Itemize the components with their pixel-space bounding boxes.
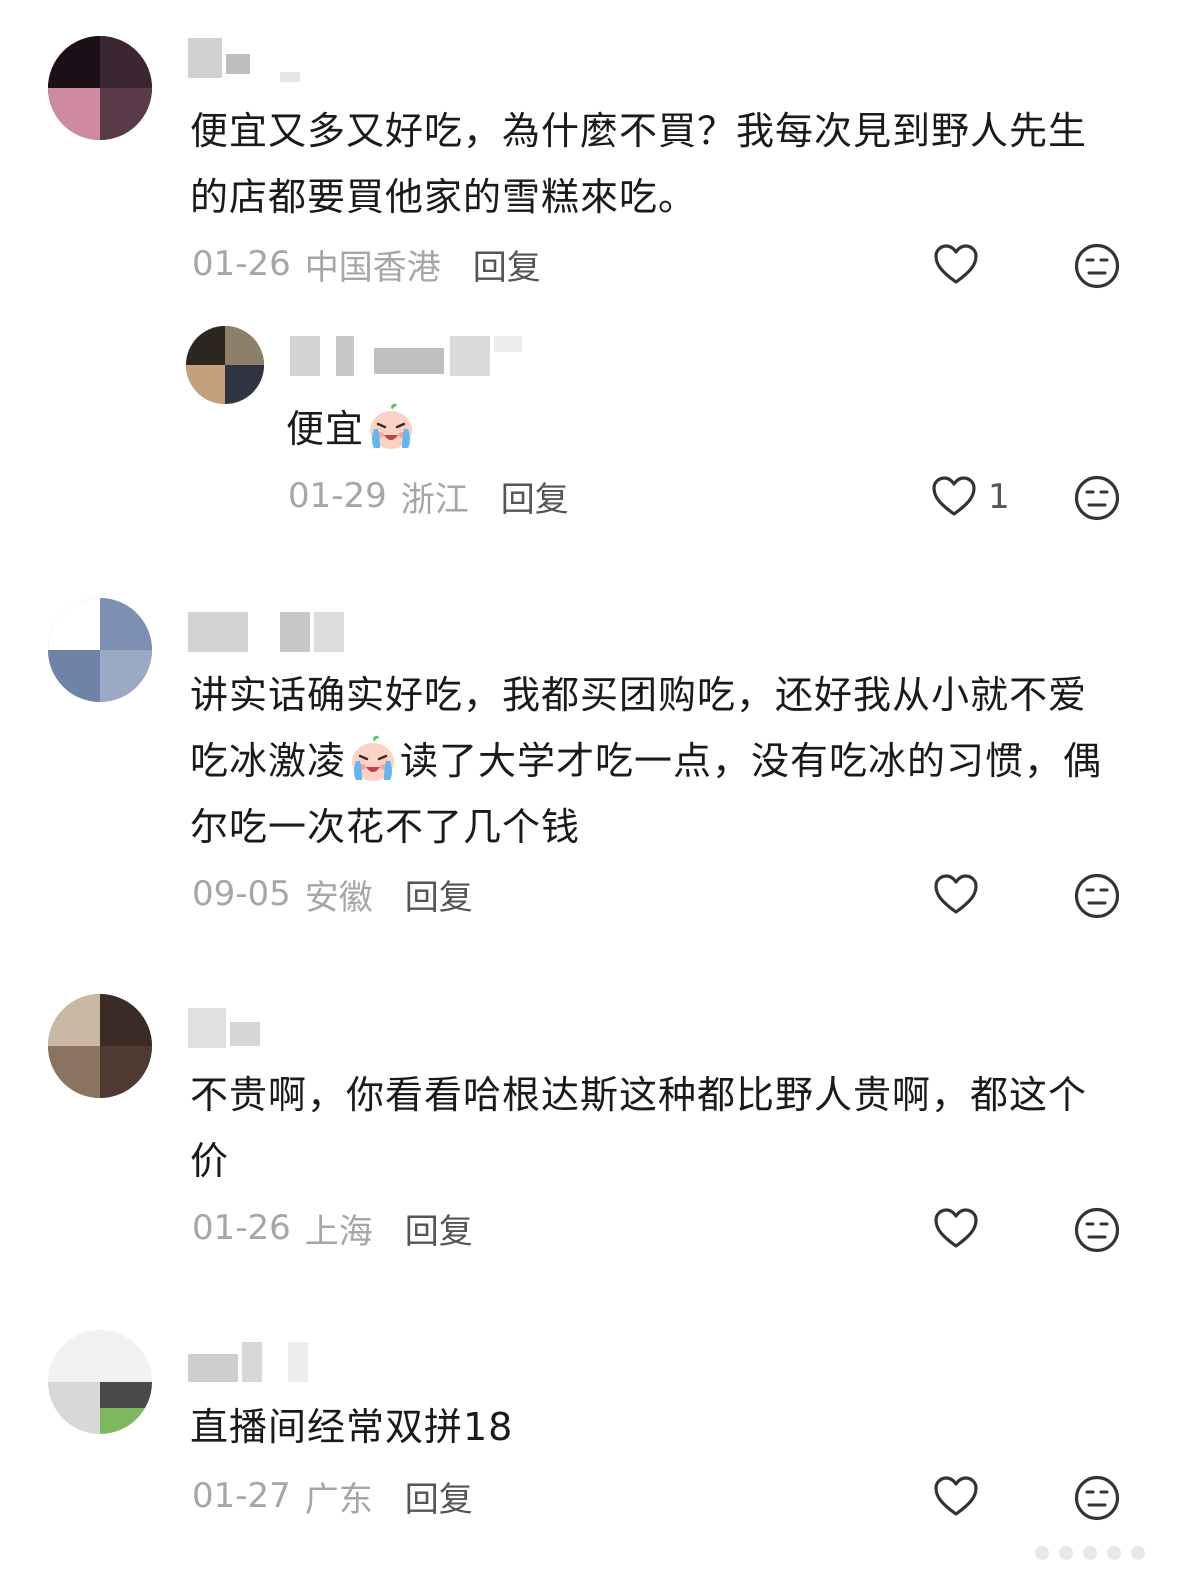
- like-button[interactable]: [932, 240, 980, 290]
- comment-meta: 09-05 安徽 回复: [192, 870, 473, 919]
- neutral-face-icon[interactable]: [1073, 872, 1121, 920]
- like-button[interactable]: 1: [930, 472, 1010, 522]
- reply-date: 01-29: [288, 476, 387, 516]
- like-count: 1: [988, 477, 1010, 517]
- username-blurred[interactable]: [188, 612, 358, 652]
- comment-meta: 01-26 上海 回复: [192, 1204, 473, 1253]
- comment-date: 01-26: [192, 1208, 291, 1248]
- comment-location: 安徽: [304, 877, 373, 918]
- comment-meta: 01-26 中国香港 回复: [192, 240, 541, 289]
- like-button[interactable]: [932, 1204, 980, 1254]
- crying-baby-emoji-icon: [366, 402, 416, 452]
- reply-text-content: 便宜: [286, 407, 365, 451]
- avatar[interactable]: [186, 326, 264, 404]
- neutral-face-icon[interactable]: [1073, 1206, 1121, 1254]
- username-blurred[interactable]: [188, 38, 308, 82]
- crying-baby-emoji-icon: [348, 734, 398, 784]
- reply-text: 便宜: [286, 396, 1179, 462]
- like-button[interactable]: [932, 1472, 980, 1522]
- reply-button[interactable]: 回复: [405, 1472, 473, 1521]
- username-blurred[interactable]: [188, 1342, 328, 1382]
- comment-text: 讲实话确实好吃，我都买团购吃，还好我从小就不爱吃冰激凌 读了大学才吃一点，没有吃冰…: [190, 662, 1120, 860]
- neutral-face-icon[interactable]: [1073, 242, 1121, 290]
- comment-location: 广东: [304, 1479, 373, 1520]
- reply-meta: 01-29 浙江 回复: [288, 472, 569, 521]
- like-button[interactable]: [932, 870, 980, 920]
- heart-outline-icon: [932, 1205, 980, 1253]
- heart-outline-icon: [930, 473, 978, 521]
- comment-date: 01-27: [192, 1476, 291, 1516]
- comment-date: 01-26: [192, 244, 291, 284]
- avatar[interactable]: [48, 1330, 152, 1434]
- comment-text: 便宜又多又好吃，為什麼不買？我每次見到野人先生的店都要買他家的雪糕來吃。: [190, 109, 1088, 219]
- watermark: [1015, 1532, 1165, 1572]
- reply-button[interactable]: 回复: [405, 870, 473, 919]
- reply-button[interactable]: 回复: [473, 240, 541, 289]
- comment-date: 09-05: [192, 874, 291, 914]
- reply-button[interactable]: 回复: [501, 472, 569, 521]
- username-blurred[interactable]: [188, 1008, 278, 1048]
- comment-location: 上海: [304, 1211, 373, 1252]
- avatar[interactable]: [48, 994, 152, 1098]
- comment-meta: 01-27 广东 回复: [192, 1472, 473, 1521]
- comment-location: 中国香港: [304, 247, 441, 288]
- comment-text: 不贵啊，你看看哈根达斯这种都比野人贵啊，都这个价: [190, 1073, 1088, 1183]
- avatar[interactable]: [48, 598, 152, 702]
- comment-text: 直播间经常双拼18: [190, 1405, 514, 1449]
- reply-button[interactable]: 回复: [405, 1204, 473, 1253]
- reply-location: 浙江: [400, 479, 469, 520]
- heart-outline-icon: [932, 871, 980, 919]
- avatar[interactable]: [48, 36, 152, 140]
- heart-outline-icon: [932, 241, 980, 289]
- heart-outline-icon: [932, 1473, 980, 1521]
- neutral-face-icon[interactable]: [1073, 1474, 1121, 1522]
- username-blurred[interactable]: [290, 336, 530, 376]
- neutral-face-icon[interactable]: [1073, 474, 1121, 522]
